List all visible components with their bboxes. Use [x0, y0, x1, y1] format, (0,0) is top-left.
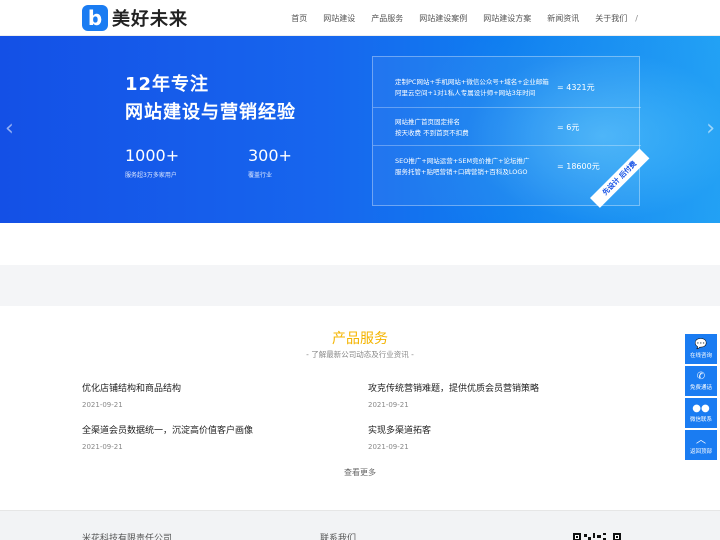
news-date: 2021-09-21: [368, 401, 409, 409]
package-desc-line: 按天收费 不到首页不扣费: [395, 129, 469, 137]
panel-divider: [373, 107, 641, 108]
wechat-button[interactable]: ●● 微信联系: [685, 398, 717, 428]
package-price: = 6元: [557, 123, 580, 132]
main-nav: 首页 网站建设 产品服务 网站建设案例 网站建设方案 新闻资讯 关于我们 /: [275, 0, 638, 36]
view-more-link[interactable]: 查看更多: [0, 467, 720, 478]
news-item[interactable]: 全渠道会员数据统一，沉淀高价值客户画像 2021-09-21: [82, 423, 362, 451]
nav-item-products[interactable]: 产品服务: [371, 13, 403, 24]
news-date: 2021-09-21: [368, 443, 409, 451]
news-title[interactable]: 攻克传统营销难题，提供优质会员营销策略: [368, 381, 648, 394]
arrow-up-icon: ︿: [696, 434, 706, 446]
section-title: 产品服务: [332, 331, 388, 347]
package-row: 网站推广首页固定排名 按天收费 不到首页不扣费 = 6元: [395, 117, 635, 139]
online-consult-button[interactable]: 💬 在线咨询: [685, 334, 717, 364]
site-header: b 美好未来 首页 网站建设 产品服务 网站建设案例 网站建设方案 新闻资讯 关…: [0, 0, 720, 36]
footer-company: 米花科技有限责任公司: [82, 534, 173, 540]
chevron-right-icon[interactable]: ›: [706, 118, 715, 140]
nav-item-about[interactable]: 关于我们: [595, 13, 627, 24]
wechat-icon: ●●: [692, 402, 710, 414]
qr-code-icon: [573, 533, 621, 540]
banner-headline-1: 12年专注: [125, 74, 210, 95]
float-label: 在线咨询: [689, 352, 712, 359]
nav-item-cases[interactable]: 网站建设案例: [419, 13, 467, 24]
news-item[interactable]: 优化店铺结构和商品结构 2021-09-21: [82, 381, 362, 409]
package-desc-line: 阿里云空间+1对1私人专属设计师+网站3年时间: [395, 89, 536, 97]
stat-users-number: 1000+: [125, 146, 180, 165]
nav-item-website-building[interactable]: 网站建设: [323, 13, 355, 24]
float-label: 返回顶部: [689, 448, 712, 455]
footer-contact-heading: 联系我们: [320, 534, 357, 540]
chevron-left-icon[interactable]: ‹: [5, 118, 14, 140]
news-title[interactable]: 优化店铺结构和商品结构: [82, 381, 362, 394]
phone-icon: ✆: [696, 370, 706, 382]
nav-item-home[interactable]: 首页: [291, 13, 307, 24]
site-logo[interactable]: b 美好未来: [82, 5, 188, 31]
package-desc-line: 网站推广首页固定排名: [395, 118, 460, 126]
news-title[interactable]: 全渠道会员数据统一，沉淀高价值客户画像: [82, 423, 362, 436]
package-desc-line: 定制PC网站+手机网站+微信公众号+域名+企业邮箱: [395, 78, 549, 86]
site-footer: 米花科技有限责任公司 联系我们: [0, 510, 720, 540]
float-label: 微信联系: [689, 416, 712, 423]
logo-b-icon: b: [82, 5, 108, 31]
gray-band: [0, 265, 720, 306]
hero-banner: ‹ › 12年专注 网站建设与营销经验 1000+ 服务超3万多家用户 300+…: [0, 36, 720, 223]
float-label: 免费通话: [689, 384, 712, 391]
floating-contact-bar: 💬 在线咨询 ✆ 免费通话 ●● 微信联系 ︿ 返回顶部: [685, 334, 717, 462]
stat-industries-label: 覆盖行业: [248, 172, 273, 179]
package-price: = 18600元: [557, 162, 600, 171]
nav-item-solutions[interactable]: 网站建设方案: [483, 13, 531, 24]
news-item[interactable]: 实现多渠道拓客 2021-09-21: [368, 423, 648, 451]
stat-users-label: 服务超3万多家用户: [125, 172, 177, 179]
nav-separator: /: [635, 13, 638, 23]
news-date: 2021-09-21: [82, 443, 123, 451]
news-item[interactable]: 攻克传统营销难题，提供优质会员营销策略 2021-09-21: [368, 381, 648, 409]
panel-divider: [373, 145, 641, 146]
news-title[interactable]: 实现多渠道拓客: [368, 423, 648, 436]
nav-item-news[interactable]: 新闻资讯: [547, 13, 579, 24]
free-call-button[interactable]: ✆ 免费通话: [685, 366, 717, 396]
section-subtitle: - 了解最新公司动态及行业资讯 -: [306, 350, 414, 359]
logo-text: 美好未来: [112, 9, 188, 30]
banner-headline-2: 网站建设与营销经验: [125, 102, 296, 123]
package-row: SEO推广+网站运营+SEM竞价推广+论坛推广 服务托管+贴吧营销+口碑营销+百…: [395, 156, 635, 178]
package-panel: 定制PC网站+手机网站+微信公众号+域名+企业邮箱 阿里云空间+1对1私人专属设…: [372, 56, 641, 206]
package-row: 定制PC网站+手机网站+微信公众号+域名+企业邮箱 阿里云空间+1对1私人专属设…: [395, 77, 635, 99]
chat-icon: 💬: [694, 338, 708, 350]
stat-industries-number: 300+: [248, 146, 292, 165]
back-to-top-button[interactable]: ︿ 返回顶部: [685, 430, 717, 460]
news-date: 2021-09-21: [82, 401, 123, 409]
package-price: = 4321元: [557, 83, 595, 92]
